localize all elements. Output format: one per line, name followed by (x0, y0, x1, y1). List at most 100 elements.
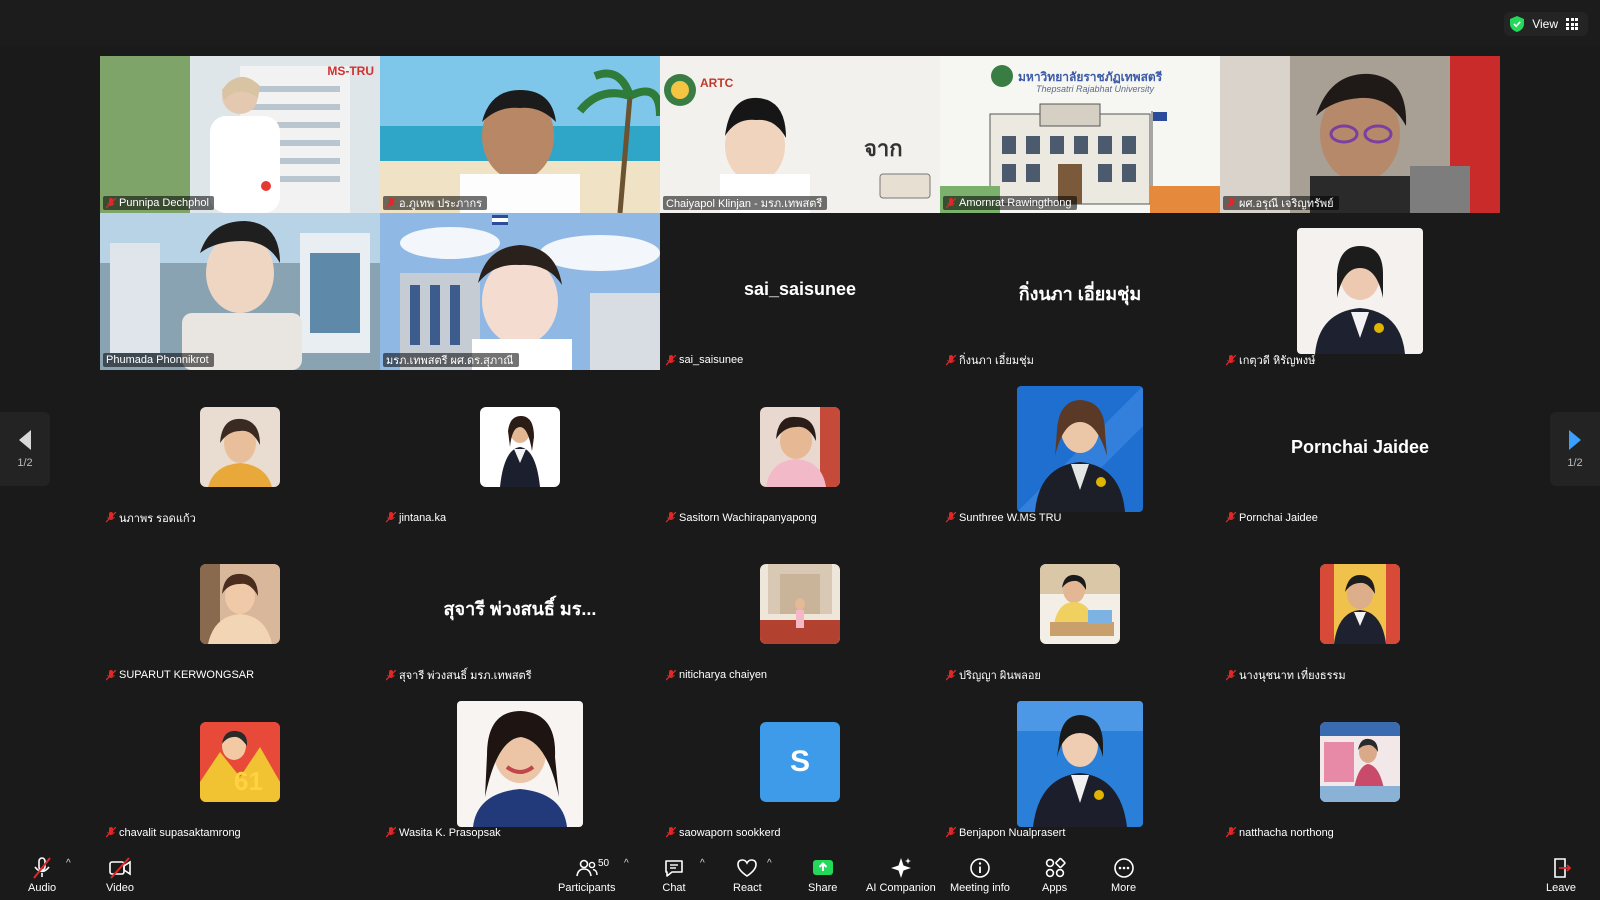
participant-avatar (1297, 228, 1423, 355)
top-bar: View (0, 0, 1600, 46)
apps-icon (1045, 857, 1066, 878)
participant-tile[interactable]: jintana.ka (380, 370, 660, 528)
share-screen-icon (812, 860, 833, 875)
apps-button[interactable]: Apps (1042, 856, 1067, 898)
more-button[interactable]: More (1111, 856, 1136, 898)
participant-name-label: sai_saisunee (663, 353, 748, 367)
heart-reaction-icon (737, 859, 758, 877)
participant-tile[interactable]: ปริญญา ผินพลอย (940, 528, 1220, 686)
participant-name: sai_saisunee (679, 354, 744, 367)
participant-tile[interactable]: niticharya chaiyen (660, 528, 940, 686)
video-label: Video (106, 882, 134, 894)
next-page-button[interactable]: 1/2 (1550, 412, 1600, 486)
muted-mic-icon (386, 827, 396, 838)
participant-name-label: Sasitorn Wachirapanyapong (663, 511, 822, 525)
participants-count: 50 (598, 858, 610, 869)
participant-tile[interactable]: กิ่งนภา เอี่ยมชุ่ม กิ่งนภา เอี่ยมชุ่ม (940, 213, 1220, 371)
meeting-info-button[interactable]: Meeting info (950, 856, 1010, 898)
video-button[interactable]: Video (106, 856, 134, 898)
participant-tile[interactable]: Wasita K. Prasopsak (380, 685, 660, 843)
ai-companion-button[interactable]: AI Companion (866, 856, 936, 898)
participant-avatar (1320, 564, 1400, 645)
participant-tile[interactable]: sai_saisunee sai_saisunee (660, 213, 940, 371)
muted-mic-icon (946, 197, 956, 208)
participant-tile[interactable]: สุจารี พ่วงสนธิ์ มร... สุจารี พ่วงสนธิ์ … (380, 528, 660, 686)
participant-name: เกตุวดี หิรัญพงษ์ (1239, 355, 1316, 368)
participant-name: Wasita K. Prasopsak (399, 826, 501, 839)
participant-name-label: ผศ.อรุณี เจริญทรัพย์ (1223, 196, 1339, 210)
participant-video (100, 56, 380, 213)
svg-text:จาก: จาก (864, 137, 903, 162)
participant-tile[interactable]: ผศ.อรุณี เจริญทรัพย์ (1220, 56, 1500, 213)
chat-button[interactable]: Chat (662, 856, 686, 898)
participant-name: niticharya chaiyen (679, 669, 768, 682)
participant-tile[interactable]: Benjapon Nualprasert (940, 685, 1220, 843)
participant-tile[interactable]: Sasitorn Wachirapanyapong (660, 370, 940, 528)
share-label: Share (808, 882, 838, 894)
participant-name-label: นางนุชนาท เที่ยงธรรม (1223, 668, 1351, 682)
participant-name: นางนุชนาท เที่ยงธรรม (1239, 670, 1346, 683)
participant-tile[interactable]: อ.ภูเทพ ประภากร (380, 56, 660, 213)
leave-door-icon (1554, 858, 1572, 878)
participant-name: SUPARUT KERWONGSAR (119, 669, 255, 682)
react-options-caret[interactable]: ^ (767, 858, 772, 869)
participant-tile[interactable]: จาก ARTC Chaiyapol Klinjan - มรภ.เทพสตรี (660, 56, 940, 213)
participant-name-label: Phumada Phonnikrot (103, 353, 214, 368)
participant-tile[interactable]: natthacha northong (1220, 685, 1500, 843)
security-shield-icon[interactable] (1510, 16, 1525, 32)
participant-tile[interactable]: นางนุชนาท เที่ยงธรรม (1220, 528, 1500, 686)
participant-tile[interactable]: เกตุวดี หิรัญพงษ์ (1220, 213, 1500, 371)
participant-avatar (760, 564, 840, 645)
ms-tru-logo: MS-TRU (327, 64, 374, 78)
participant-name: ปริญญา ผินพลอย (959, 670, 1041, 683)
more-label: More (1111, 882, 1137, 894)
chat-options-caret[interactable]: ^ (700, 858, 705, 869)
participant-name-label: กิ่งนภา เอี่ยมชุ่ม (943, 353, 1039, 367)
participant-name-label: jintana.ka (383, 511, 451, 525)
participant-video (380, 213, 660, 371)
participant-name-label: saowaporn sookkerd (663, 826, 786, 840)
participant-name-label: chavalit supasaktamrong (103, 826, 246, 840)
muted-mic-icon (946, 512, 956, 523)
ai-sparkle-icon (890, 858, 911, 878)
participant-display-name: Pornchai Jaidee (1290, 436, 1430, 457)
previous-page-button[interactable]: 1/2 (0, 412, 50, 486)
participant-name: มรภ.เทพสตรี ผศ.ดร.สุภาณี (386, 355, 514, 368)
participants-icon (575, 859, 598, 877)
participant-avatar: 61 (200, 721, 280, 802)
zoom-meeting-window: View 1/2 1/2 MS-TRU Punnipa Dechphol อ.ภ… (0, 0, 1600, 900)
participant-avatar (1040, 564, 1120, 645)
leave-button[interactable]: Leave (1546, 856, 1576, 898)
muted-mic-icon (386, 669, 396, 681)
audio-options-caret[interactable]: ^ (66, 858, 71, 869)
meeting-toolbar: Audio ^ Video Participants 50 ^ Chat ^ R… (0, 852, 1600, 900)
participant-tile[interactable]: Sunthree W.MS TRU (940, 370, 1220, 528)
participant-name-label: Wasita K. Prasopsak (383, 826, 506, 840)
muted-mic-icon (1226, 669, 1236, 681)
participant-avatar (1320, 721, 1400, 802)
university-banner-en: Thepsatri Rajabhat University (1036, 84, 1155, 94)
participant-tile[interactable]: 61 chavalit supasaktamrong (100, 685, 380, 843)
muted-mic-icon (946, 827, 956, 838)
participant-tile[interactable]: นภาพร รอดแก้ว (100, 370, 380, 528)
participant-name-label: อ.ภูเทพ ประภากร (383, 196, 488, 210)
avatar-number: 61 (234, 765, 263, 796)
participant-tile[interactable]: MS-TRU Punnipa Dechphol (100, 56, 380, 213)
participant-tile[interactable]: Phumada Phonnikrot (100, 213, 380, 371)
participants-options-caret[interactable]: ^ (624, 858, 629, 869)
react-label: React (733, 882, 762, 894)
view-button[interactable]: View (1504, 12, 1588, 36)
participant-name: chavalit supasaktamrong (119, 826, 241, 839)
participant-name: ผศ.อรุณี เจริญทรัพย์ (1239, 198, 1334, 210)
participant-tile[interactable]: SUPARUT KERWONGSAR (100, 528, 380, 686)
participant-name: Amornrat Rawingthong (959, 197, 1072, 209)
active-speaker-tile[interactable]: มรภ.เทพสตรี ผศ.ดร.สุภาณี (380, 213, 660, 371)
share-button[interactable]: Share (808, 856, 837, 898)
participant-tile[interactable]: มหาวิทยาลัยราชภัฏเทพสตรี Thepsatri Rajab… (940, 56, 1220, 213)
participant-name: อ.ภูเทพ ประภากร (399, 198, 483, 210)
participant-tile[interactable]: S saowaporn sookkerd (660, 685, 940, 843)
participant-tile[interactable]: Pornchai Jaidee Pornchai Jaidee (1220, 370, 1500, 528)
audio-button[interactable]: Audio (28, 856, 56, 898)
react-button[interactable]: React (733, 856, 762, 898)
participant-name-label: niticharya chaiyen (663, 668, 772, 682)
